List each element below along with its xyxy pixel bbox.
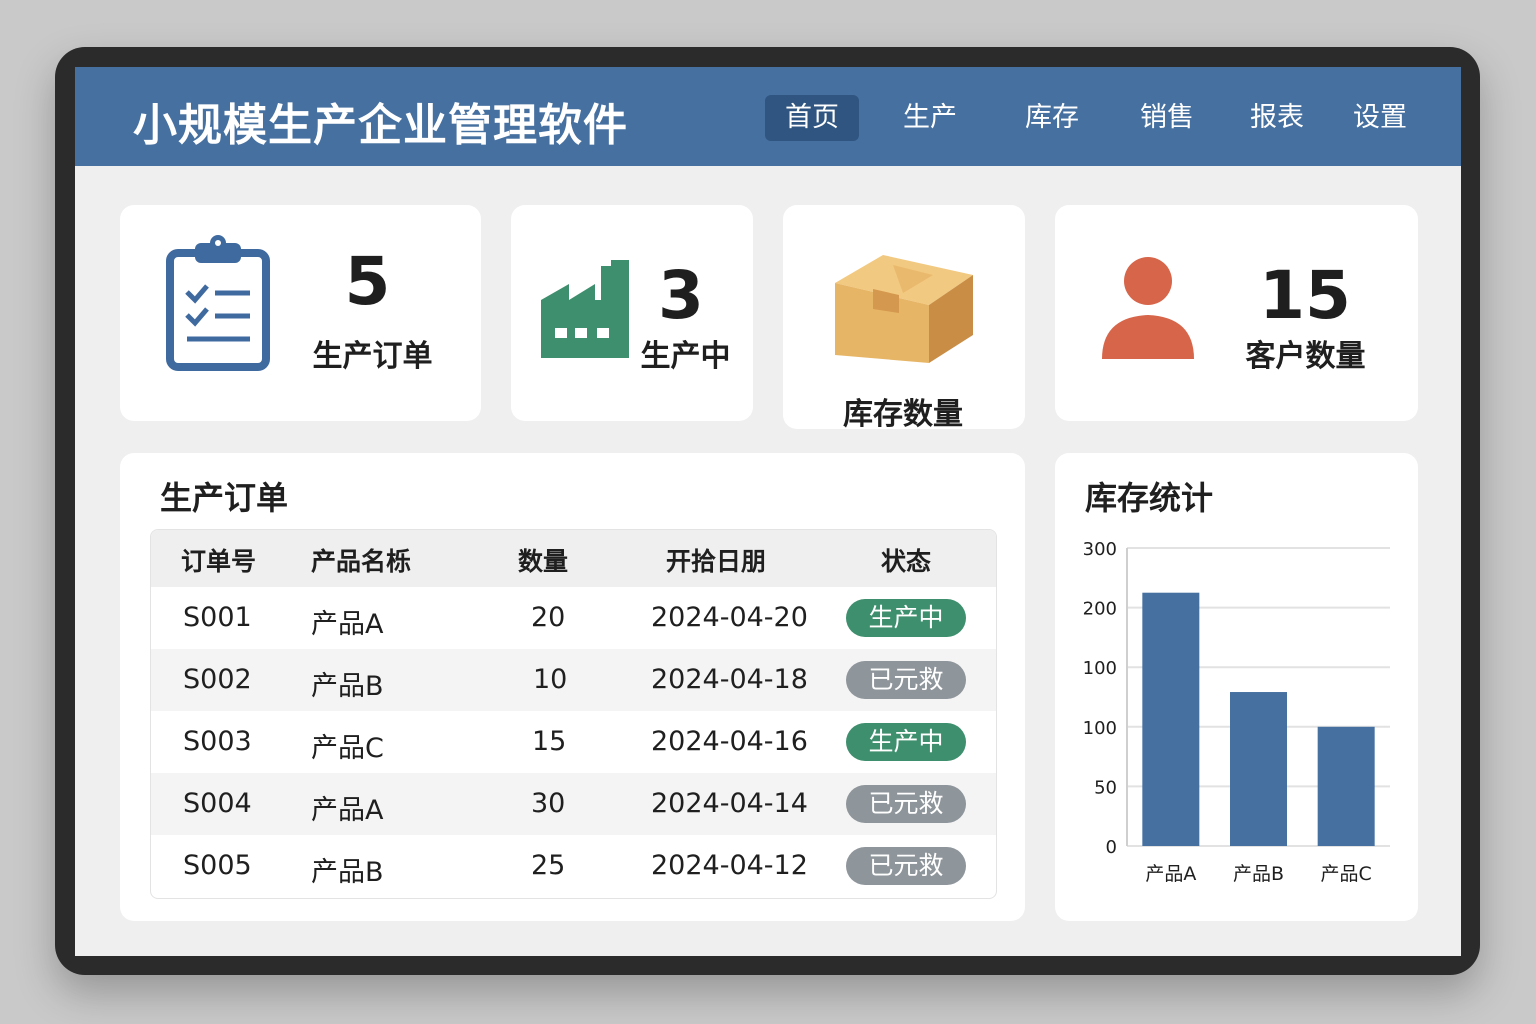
app-title: 小规模生产企业管理软件 [133, 100, 628, 151]
inventory-chart-panel: 库存统计 0 50 100 100 200 300 产品A 产品B 产品C [1055, 453, 1418, 921]
cell-order-id: S005 [183, 850, 252, 881]
table-row[interactable]: S001 产品A 20 2024-04-20 生产中 [151, 587, 996, 649]
col-order-id[interactable]: 订单号 [181, 542, 256, 578]
col-status[interactable]: 状态 [881, 542, 931, 578]
user-icon [1102, 257, 1194, 359]
cell-product: 产品B [311, 671, 384, 702]
table-header: 订单号 产品名栎 数量 开拾日朋 状态 [151, 530, 996, 587]
y-tick-label: 300 [1083, 539, 1117, 560]
cell-product: 产品A [311, 609, 384, 640]
cell-date: 2024-04-16 [651, 726, 808, 757]
cell-quantity: 15 [532, 726, 567, 757]
y-tick-label: 0 [1106, 837, 1117, 858]
stat-card-inventory[interactable]: 库存数量 [783, 205, 1025, 432]
table-row[interactable]: S005 产品B 25 2024-04-12 已元救 [151, 835, 996, 897]
cell-quantity: 10 [533, 664, 568, 695]
factory-icon [541, 260, 629, 358]
status-badge: 已元救 [846, 847, 966, 885]
stat-card-in-production[interactable]: 3 生产中 [511, 205, 753, 421]
status-badge: 生产中 [846, 723, 966, 761]
table-row[interactable]: S003 产品C 15 2024-04-16 生产中 [151, 711, 996, 773]
col-quantity[interactable]: 数量 [518, 542, 568, 578]
table-row[interactable]: S004 产品A 30 2024-04-14 已元救 [151, 773, 996, 835]
cell-order-id: S004 [183, 788, 252, 819]
cell-order-id: S002 [183, 664, 252, 695]
table-row[interactable]: S002 产品B 10 2024-04-18 已元救 [151, 649, 996, 711]
y-tick-label: 100 [1083, 658, 1117, 679]
col-product[interactable]: 产品名栎 [311, 542, 411, 578]
cell-date: 2024-04-20 [651, 602, 808, 633]
customers-count: 15 [1259, 257, 1351, 334]
stat-card-customers[interactable]: 15 客户数量 [1055, 205, 1418, 421]
bar-2[interactable] [1230, 692, 1287, 846]
nav-settings[interactable]: 设置 [1333, 95, 1427, 141]
cell-quantity: 20 [531, 602, 566, 633]
bar-1[interactable] [1142, 592, 1200, 846]
y-tick-label: 200 [1083, 599, 1117, 620]
col-start-date[interactable]: 开拾日朋 [666, 542, 766, 578]
bar-3[interactable] [1317, 726, 1375, 846]
inventory-label: 库存数量 [843, 397, 963, 432]
y-tick-label: 100 [1083, 718, 1117, 739]
cell-product: 产品A [311, 795, 384, 826]
cell-product: 产品B [311, 857, 384, 888]
x-tick-label: 产品C [1321, 863, 1372, 885]
status-badge: 已元救 [846, 785, 966, 823]
cell-date: 2024-04-14 [651, 788, 808, 819]
box-icon [835, 255, 973, 363]
nav-inventory[interactable]: 库存 [1005, 95, 1099, 141]
nav-reports[interactable]: 报表 [1230, 95, 1324, 141]
cell-date: 2024-04-18 [651, 664, 808, 695]
cell-order-id: S003 [183, 726, 252, 757]
top-header: 小规模生产企业管理软件 首页 生产 库存 销售 报表 设置 [75, 67, 1461, 166]
orders-table: 订单号 产品名栎 数量 开拾日朋 状态 S001 产品A 20 2024-04-… [150, 529, 997, 899]
cell-order-id: S001 [183, 602, 252, 633]
y-tick-label: 50 [1094, 777, 1117, 798]
in-production-label: 生产中 [640, 339, 731, 374]
x-tick-label: 产品A [1145, 863, 1196, 885]
nav-sales[interactable]: 销售 [1120, 95, 1214, 141]
x-tick-label: 产品B [1233, 863, 1284, 885]
status-badge: 已元救 [846, 661, 966, 699]
app-screen: 小规模生产企业管理软件 首页 生产 库存 销售 报表 设置 5 生产订单 3 生… [75, 67, 1461, 956]
customers-label: 客户数量 [1245, 339, 1366, 374]
cell-date: 2024-04-12 [651, 850, 808, 881]
stat-card-orders[interactable]: 5 生产订单 [120, 205, 481, 421]
cell-quantity: 25 [531, 850, 566, 881]
status-badge: 生产中 [846, 599, 966, 637]
in-production-count: 3 [658, 257, 704, 334]
nav-home[interactable]: 首页 [765, 95, 859, 141]
orders-label: 生产订单 [312, 339, 433, 374]
orders-panel-title: 生产订单 [160, 479, 289, 517]
nav-production[interactable]: 生产 [883, 95, 977, 141]
cell-product: 产品C [311, 733, 384, 764]
orders-count: 5 [344, 243, 391, 320]
inventory-bar-chart: 0 50 100 100 200 300 产品A 产品B 产品C [1083, 539, 1390, 885]
orders-panel: 生产订单 订单号 产品名栎 数量 开拾日朋 状态 S001 产品A 20 202… [120, 453, 1025, 921]
cell-quantity: 30 [531, 788, 566, 819]
clipboard-icon [166, 235, 270, 371]
